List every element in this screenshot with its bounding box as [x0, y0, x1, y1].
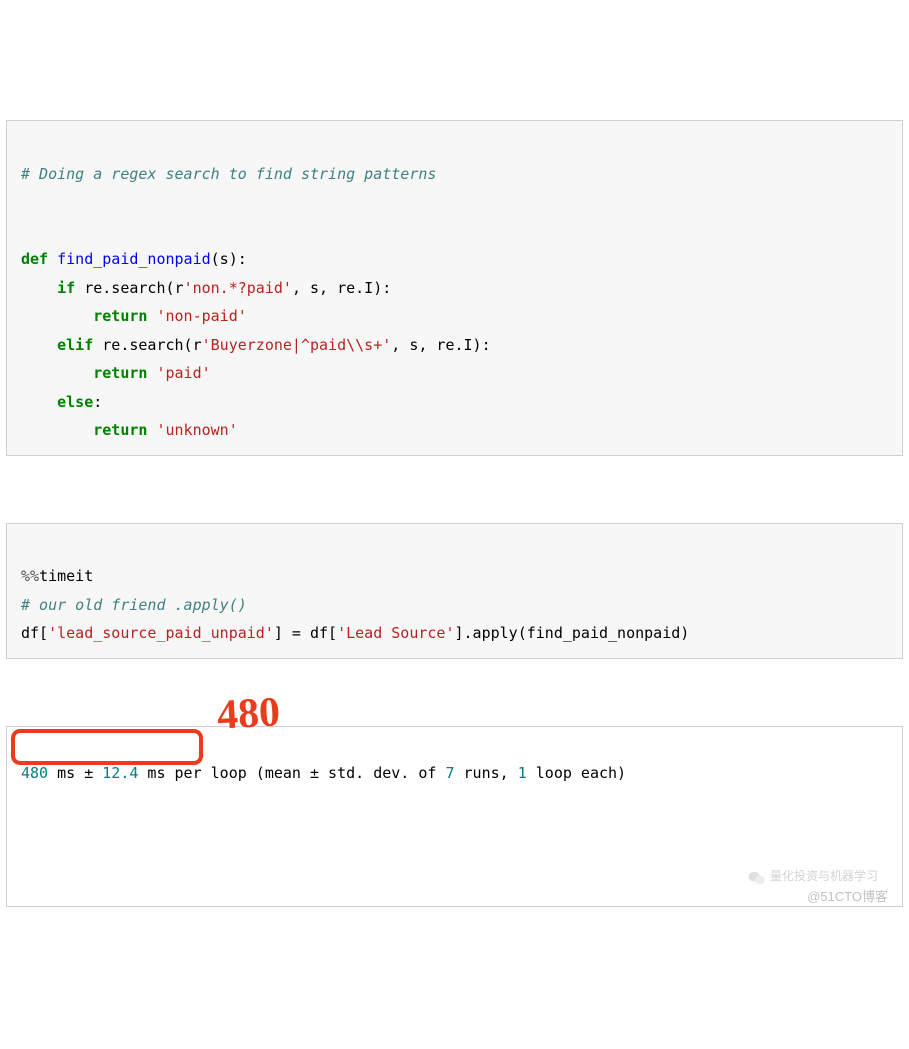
output-number: 7	[445, 764, 454, 782]
code-text: re.search(r	[75, 279, 183, 297]
handwritten-annotation: 480	[216, 691, 281, 736]
function-name: find_paid_nonpaid	[57, 250, 211, 268]
string-literal: 'lead_source_paid_unpaid'	[48, 624, 274, 642]
comment-line: # Doing a regex search to find string pa…	[21, 165, 436, 183]
string-literal: 'non.*?paid'	[184, 279, 292, 297]
output-text: loop each)	[527, 764, 626, 782]
comment-line: # our old friend .apply()	[21, 596, 247, 614]
keyword-return: return	[93, 421, 147, 439]
wechat-icon	[748, 870, 766, 884]
string-literal: 'non-paid'	[156, 307, 246, 325]
string-literal: 'unknown'	[156, 421, 237, 439]
magic-prefix: %%	[21, 567, 39, 585]
code-text: df[	[21, 624, 48, 642]
output-number: 12.4	[102, 764, 138, 782]
code-text: ].apply(find_paid_nonpaid)	[455, 624, 690, 642]
highlight-box	[11, 729, 203, 765]
string-literal: 'Lead Source'	[337, 624, 454, 642]
output-cell: 480 ms ± 12.4 ms per loop (mean ± std. d…	[6, 726, 903, 907]
watermark-wechat: 量化投资与机器学习	[748, 865, 878, 888]
colon: :	[93, 393, 102, 411]
magic-command: timeit	[39, 567, 93, 585]
output-text: ms per loop (mean ± std. dev. of	[138, 764, 445, 782]
code-cell-2: %%timeit # our old friend .apply() df['l…	[6, 523, 903, 659]
keyword-if: if	[57, 279, 75, 297]
string-literal: 'paid'	[156, 364, 210, 382]
code-text: ] = df[	[274, 624, 337, 642]
keyword-def: def	[21, 250, 48, 268]
string-literal: 'Buyerzone|^paid\\s+'	[202, 336, 392, 354]
signature: (s):	[211, 250, 247, 268]
output-number: 1	[518, 764, 527, 782]
watermark-source: @51CTO博客	[807, 885, 888, 910]
output-number: 480	[21, 764, 48, 782]
code-text: , s, re.I):	[391, 336, 490, 354]
keyword-return: return	[93, 307, 147, 325]
code-text: re.search(r	[93, 336, 201, 354]
output-text: runs,	[454, 764, 517, 782]
keyword-return: return	[93, 364, 147, 382]
code-text: , s, re.I):	[292, 279, 391, 297]
keyword-else: else	[57, 393, 93, 411]
code-cell-1: # Doing a regex search to find string pa…	[6, 120, 903, 456]
keyword-elif: elif	[57, 336, 93, 354]
output-text: ms ±	[48, 764, 102, 782]
